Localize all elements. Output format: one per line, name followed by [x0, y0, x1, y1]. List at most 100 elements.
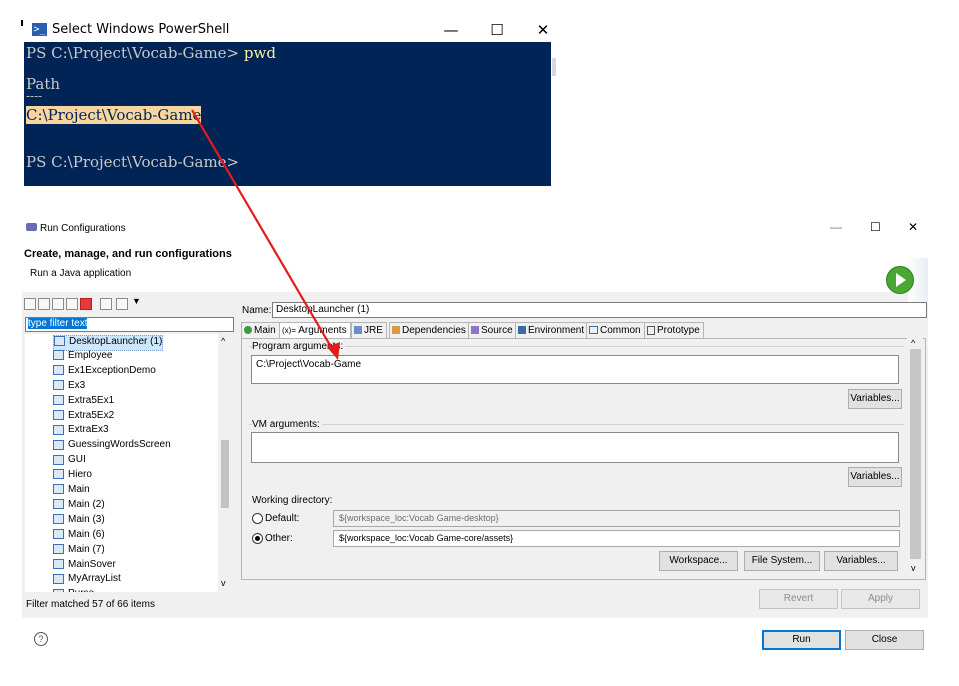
java-app-icon: [53, 588, 64, 592]
vm-arguments-field[interactable]: [251, 432, 899, 463]
filter-input[interactable]: type filter text: [25, 317, 234, 332]
java-app-icon: [53, 365, 64, 376]
tree-item-label: Ex1ExceptionDemo: [68, 364, 156, 376]
run-configurations-dialog: Run Configurations — ☐ ✕ Create, manage,…: [22, 218, 928, 654]
java-app-icon: [53, 394, 64, 405]
tree-item[interactable]: Employee: [53, 350, 112, 364]
powershell-titlebar[interactable]: >_ Select Windows PowerShell — ☐ ✕: [24, 18, 556, 42]
java-app-icon: [53, 409, 64, 420]
maximize-button[interactable]: ☐: [474, 18, 520, 42]
export-icon[interactable]: [52, 298, 64, 310]
revert-button[interactable]: Revert: [759, 589, 838, 609]
java-app-icon: [53, 380, 64, 391]
tree-item[interactable]: Hiero: [53, 469, 92, 483]
tree-item-label: MainSover: [68, 558, 116, 570]
tree-item-label: MyArrayList: [68, 573, 121, 585]
new-prototype-icon[interactable]: [38, 298, 50, 310]
tree-item[interactable]: Ex3: [53, 380, 85, 394]
name-field[interactable]: DesktopLauncher (1): [272, 302, 927, 318]
workspace-button[interactable]: Workspace...: [659, 551, 738, 571]
other-directory-field[interactable]: ${workspace_loc:Vocab Game-core/assets}: [333, 530, 900, 547]
powershell-console[interactable]: PS C:\Project\Vocab-Game> pwd Path ---- …: [24, 42, 551, 186]
run-config-icon: [26, 223, 37, 231]
tree-item[interactable]: Main (2): [53, 499, 105, 513]
tree-item-label: Main: [68, 484, 90, 495]
default-label: Default:: [265, 513, 300, 524]
tree-item[interactable]: Ex1ExceptionDemo: [53, 365, 156, 379]
powershell-window-title: Select Windows PowerShell: [52, 22, 230, 37]
help-icon[interactable]: ?: [34, 632, 48, 646]
tree-item[interactable]: DesktopLauncher (1): [53, 335, 164, 351]
config-toolbar: ▼: [24, 296, 236, 312]
filter-placeholder: type filter text: [28, 318, 88, 329]
program-arguments-field[interactable]: C:\Project\Vocab-Game: [251, 355, 899, 384]
filter-icon[interactable]: [116, 298, 128, 310]
tree-item-label: Purse: [68, 588, 94, 592]
tree-item[interactable]: MyArrayList: [53, 573, 121, 587]
tree-item[interactable]: Main (6): [53, 529, 105, 543]
config-tree[interactable]: DesktopLauncher (1) Employee Ex1ExceptionD…: [25, 334, 232, 592]
chevron-down-icon[interactable]: ▼: [132, 296, 141, 306]
tree-item[interactable]: Main: [53, 484, 90, 498]
apply-button[interactable]: Apply: [841, 589, 920, 609]
java-app-icon: [53, 543, 64, 554]
run-logo-icon: [886, 266, 914, 294]
tree-item[interactable]: Main (3): [53, 514, 105, 528]
other-radio[interactable]: [252, 533, 263, 544]
dialog-header: Create, manage, and run configurations R…: [22, 238, 928, 308]
tree-item[interactable]: Extra5Ex1: [53, 395, 114, 409]
java-app-icon: [53, 558, 64, 569]
tab-prototype[interactable]: Prototype: [644, 322, 704, 339]
dialog-title: Run Configurations: [40, 223, 126, 234]
tree-item-label: Extra5Ex1: [68, 394, 115, 406]
tree-item[interactable]: Purse: [53, 588, 94, 592]
other-label: Other:: [265, 533, 293, 544]
selected-path-text[interactable]: C:\Project\Vocab-Game: [26, 106, 202, 124]
scroll-up-icon[interactable]: ^: [221, 336, 225, 346]
tree-item[interactable]: GuessingWordsScreen: [53, 439, 171, 453]
console-underline: ----: [26, 89, 43, 103]
tree-item[interactable]: MainSover: [53, 559, 116, 573]
minimize-button[interactable]: —: [830, 220, 842, 234]
tab-jre[interactable]: JRE: [351, 322, 387, 339]
collapse-all-icon[interactable]: [100, 298, 112, 310]
working-variables-button[interactable]: Variables...: [824, 551, 898, 571]
tree-item[interactable]: Extra5Ex2: [53, 410, 114, 424]
default-directory-field: ${workspace_loc:Vocab Game-desktop}: [333, 510, 900, 527]
tab-source[interactable]: Source: [468, 322, 517, 339]
window-edge-mark: [21, 20, 23, 26]
default-radio[interactable]: [252, 513, 263, 524]
new-config-icon[interactable]: [24, 298, 36, 310]
tree-item[interactable]: GUI: [53, 454, 86, 468]
duplicate-icon[interactable]: [66, 298, 78, 310]
common-icon: [589, 326, 598, 335]
tab-environment[interactable]: Environment: [515, 322, 589, 339]
tab-dependencies[interactable]: Dependencies: [389, 322, 470, 339]
jre-icon: [354, 326, 362, 335]
close-button[interactable]: ✕: [520, 18, 566, 42]
tree-item[interactable]: ExtraEx3: [53, 424, 109, 438]
maximize-button[interactable]: ☐: [870, 220, 881, 234]
tree-scroll-thumb[interactable]: [221, 440, 229, 508]
console-scrollbar[interactable]: [552, 58, 556, 76]
delete-icon[interactable]: [80, 298, 92, 310]
tab-main[interactable]: Main: [241, 322, 280, 339]
tree-item-label: GuessingWordsScreen: [68, 439, 171, 451]
vm-variables-button[interactable]: Variables...: [848, 467, 902, 487]
dialog-titlebar[interactable]: Run Configurations — ☐ ✕: [22, 218, 928, 238]
tab-scroll-thumb[interactable]: [910, 349, 921, 559]
tree-item-label: DesktopLauncher (1): [69, 336, 163, 347]
run-button[interactable]: Run: [762, 630, 841, 650]
close-dialog-button[interactable]: Close: [845, 630, 924, 650]
scroll-down-icon[interactable]: v: [911, 563, 916, 573]
scroll-up-icon[interactable]: ^: [911, 338, 915, 348]
scroll-down-icon[interactable]: v: [221, 578, 226, 588]
java-app-icon: [53, 514, 64, 525]
file-system-button[interactable]: File System...: [744, 551, 820, 571]
program-variables-button[interactable]: Variables...: [848, 389, 902, 409]
console-path-output[interactable]: C:\Project\Vocab-Game: [26, 106, 202, 124]
tree-item[interactable]: Main (7): [53, 544, 105, 558]
close-button[interactable]: ✕: [908, 220, 918, 234]
minimize-button[interactable]: —: [428, 18, 474, 42]
tab-common[interactable]: Common: [586, 322, 645, 339]
